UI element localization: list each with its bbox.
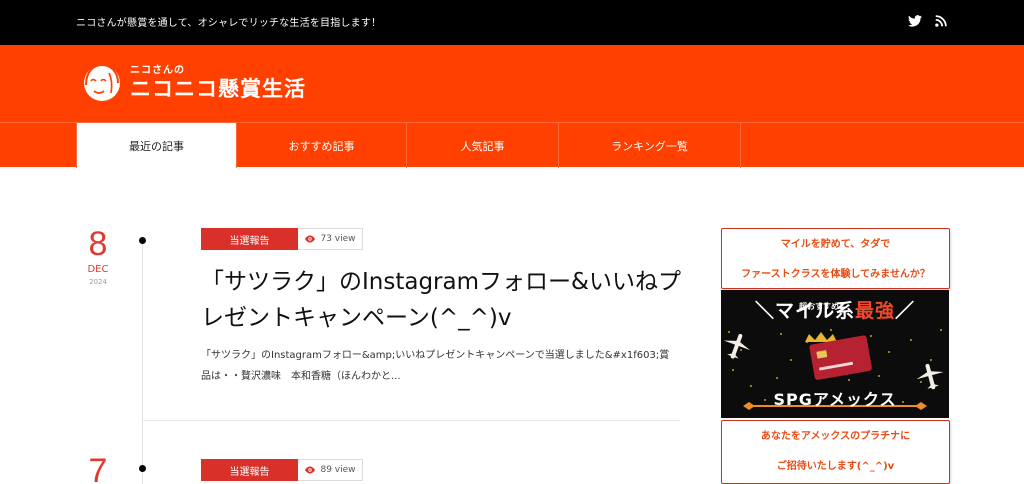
banner-headline-highlight: 最強: [854, 300, 895, 322]
ad-text: あなたをアメックスのプラチナに: [760, 431, 911, 442]
banner-headline: ＼マイル系最強／: [721, 296, 949, 323]
twitter-icon[interactable]: [908, 15, 924, 31]
post-date-day: 8: [88, 225, 108, 263]
logo-title: ニコニコ懸賞生活: [130, 77, 306, 101]
ad-text: ファーストクラスを体験してみませんか？: [741, 269, 930, 280]
post-date: 8 DEC 2024: [76, 227, 120, 286]
post-title-line: レゼントキャンペーン(^_^)v: [201, 305, 512, 331]
banner-headline-part: ／: [895, 300, 916, 322]
view-count: 89 view: [298, 459, 363, 481]
banner-card-name: SPGアメックス: [773, 390, 897, 409]
view-count-text: 89 view: [320, 465, 356, 475]
timeline-line: [142, 241, 143, 484]
eye-icon: [305, 235, 316, 243]
logo-face-icon: [84, 63, 120, 101]
banner-headline-part: ＼マイル系: [754, 300, 855, 322]
post-excerpt: 「サツラク」のInstagramフォロー&amp;いいねプレゼントキャンペーンで…: [201, 345, 681, 387]
category-badge[interactable]: 当選報告: [201, 459, 298, 481]
post-date-month: DEC: [87, 264, 109, 275]
post-date: 7: [76, 454, 120, 484]
top-bar: ニコさんが懸賞を通して、オシャレでリッチな生活を目指します！: [0, 0, 1024, 45]
view-count-text: 73 view: [320, 234, 356, 244]
post-divider: [143, 420, 680, 421]
tab-popular-posts[interactable]: 人気記事: [407, 123, 559, 168]
post-date-year: 2024: [89, 278, 107, 286]
site-header: ニコさんの ニコニコ懸賞生活: [0, 45, 1024, 122]
post-title-line: 「サツラク」のInstagramフォロー&いいねプ: [201, 269, 681, 295]
category-badge[interactable]: 当選報告: [201, 228, 298, 250]
post-excerpt-line: 「サツラク」のInstagramフォロー&amp;いいねプレゼントキャンペーンで…: [201, 350, 670, 361]
view-count: 73 view: [298, 228, 363, 250]
tab-recent-posts[interactable]: 最近の記事: [76, 123, 237, 168]
ad-text: マイルを貯めて、タダで: [780, 239, 891, 250]
ad-text: ご招待いたします(^_^)v: [776, 461, 895, 472]
rss-icon[interactable]: [935, 15, 951, 31]
post-date-day: 7: [88, 452, 108, 484]
post-title[interactable]: 「サツラク」のInstagramフォロー&いいねプ レゼントキャンペーン(^_^…: [201, 264, 681, 336]
timeline-dot: [139, 237, 146, 244]
post-excerpt-line: 品は・・贅沢濃味 本和香糖（ほんわかと...: [201, 371, 401, 382]
tab-ranking-list[interactable]: ランキング一覧: [559, 123, 741, 168]
amex-platinum-ad-link[interactable]: あなたをアメックスのプラチナに ご招待いたします(^_^)v: [721, 420, 950, 484]
site-tagline: ニコさんが懸賞を通して、オシャレでリッチな生活を目指します！: [76, 18, 382, 29]
tab-recommended-posts[interactable]: おすすめ記事: [237, 123, 407, 168]
eye-icon: [305, 466, 316, 474]
main-nav: 最近の記事 おすすめ記事 人気記事 ランキング一覧: [0, 122, 1024, 168]
timeline-dot: [139, 465, 146, 472]
spg-amex-banner[interactable]: 超おすすめ！ ＼マイル系最強／ SPGアメックス: [721, 290, 949, 418]
mileage-ad-link[interactable]: マイルを貯めて、タダで ファーストクラスを体験してみませんか？: [721, 228, 950, 289]
site-logo[interactable]: ニコさんの ニコニコ懸賞生活: [80, 61, 306, 105]
logo-subtitle: ニコさんの: [130, 65, 185, 76]
